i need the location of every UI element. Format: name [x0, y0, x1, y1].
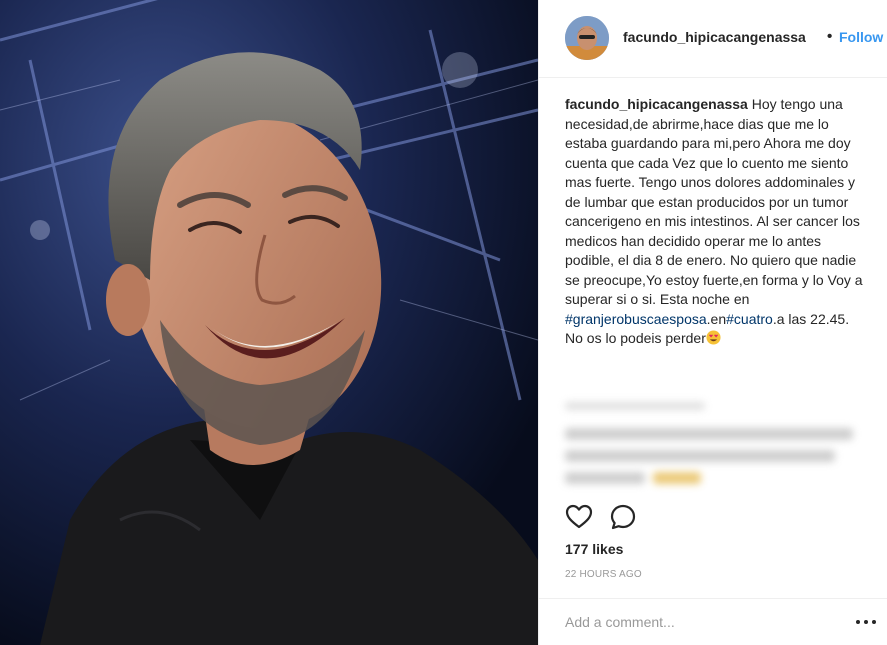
post-photo[interactable]	[0, 0, 538, 645]
follow-button[interactable]: Follow	[839, 29, 887, 45]
separator-dot: •	[827, 28, 833, 45]
hashtag-granjerobuscaesposa[interactable]: #granjerobuscaesposa	[565, 311, 707, 327]
post-timestamp[interactable]: 22 HOURS AGO	[565, 569, 642, 580]
more-options-icon[interactable]	[855, 613, 877, 631]
avatar[interactable]	[565, 16, 609, 60]
avatar-image	[565, 16, 609, 60]
post-photo-image	[0, 0, 538, 645]
comment-input[interactable]	[565, 611, 825, 633]
heart-icon[interactable]	[565, 503, 593, 531]
post-username[interactable]: facundo_hipicacangenassa	[623, 29, 806, 45]
comment-bar	[539, 598, 887, 645]
heart-eyes-emoji-icon	[706, 330, 721, 345]
post-caption: facundo_hipicacangenassa Hoy tengo una n…	[565, 95, 865, 349]
comment-bubble-icon[interactable]	[609, 503, 637, 531]
post-details-panel: facundo_hipicacangenassa • Follow facund…	[538, 0, 887, 645]
caption-text-middle: .en	[706, 310, 727, 327]
post-header: facundo_hipicacangenassa • Follow	[539, 0, 887, 78]
likes-count[interactable]: 177 likes	[565, 541, 623, 557]
caption-text: Hoy tengo una necesidad,de abrirme,hace …	[565, 96, 863, 307]
caption-username[interactable]: facundo_hipicacangenassa	[565, 96, 748, 112]
blurred-comment	[561, 398, 853, 498]
hashtag-cuatro[interactable]: #cuatro	[726, 311, 773, 327]
